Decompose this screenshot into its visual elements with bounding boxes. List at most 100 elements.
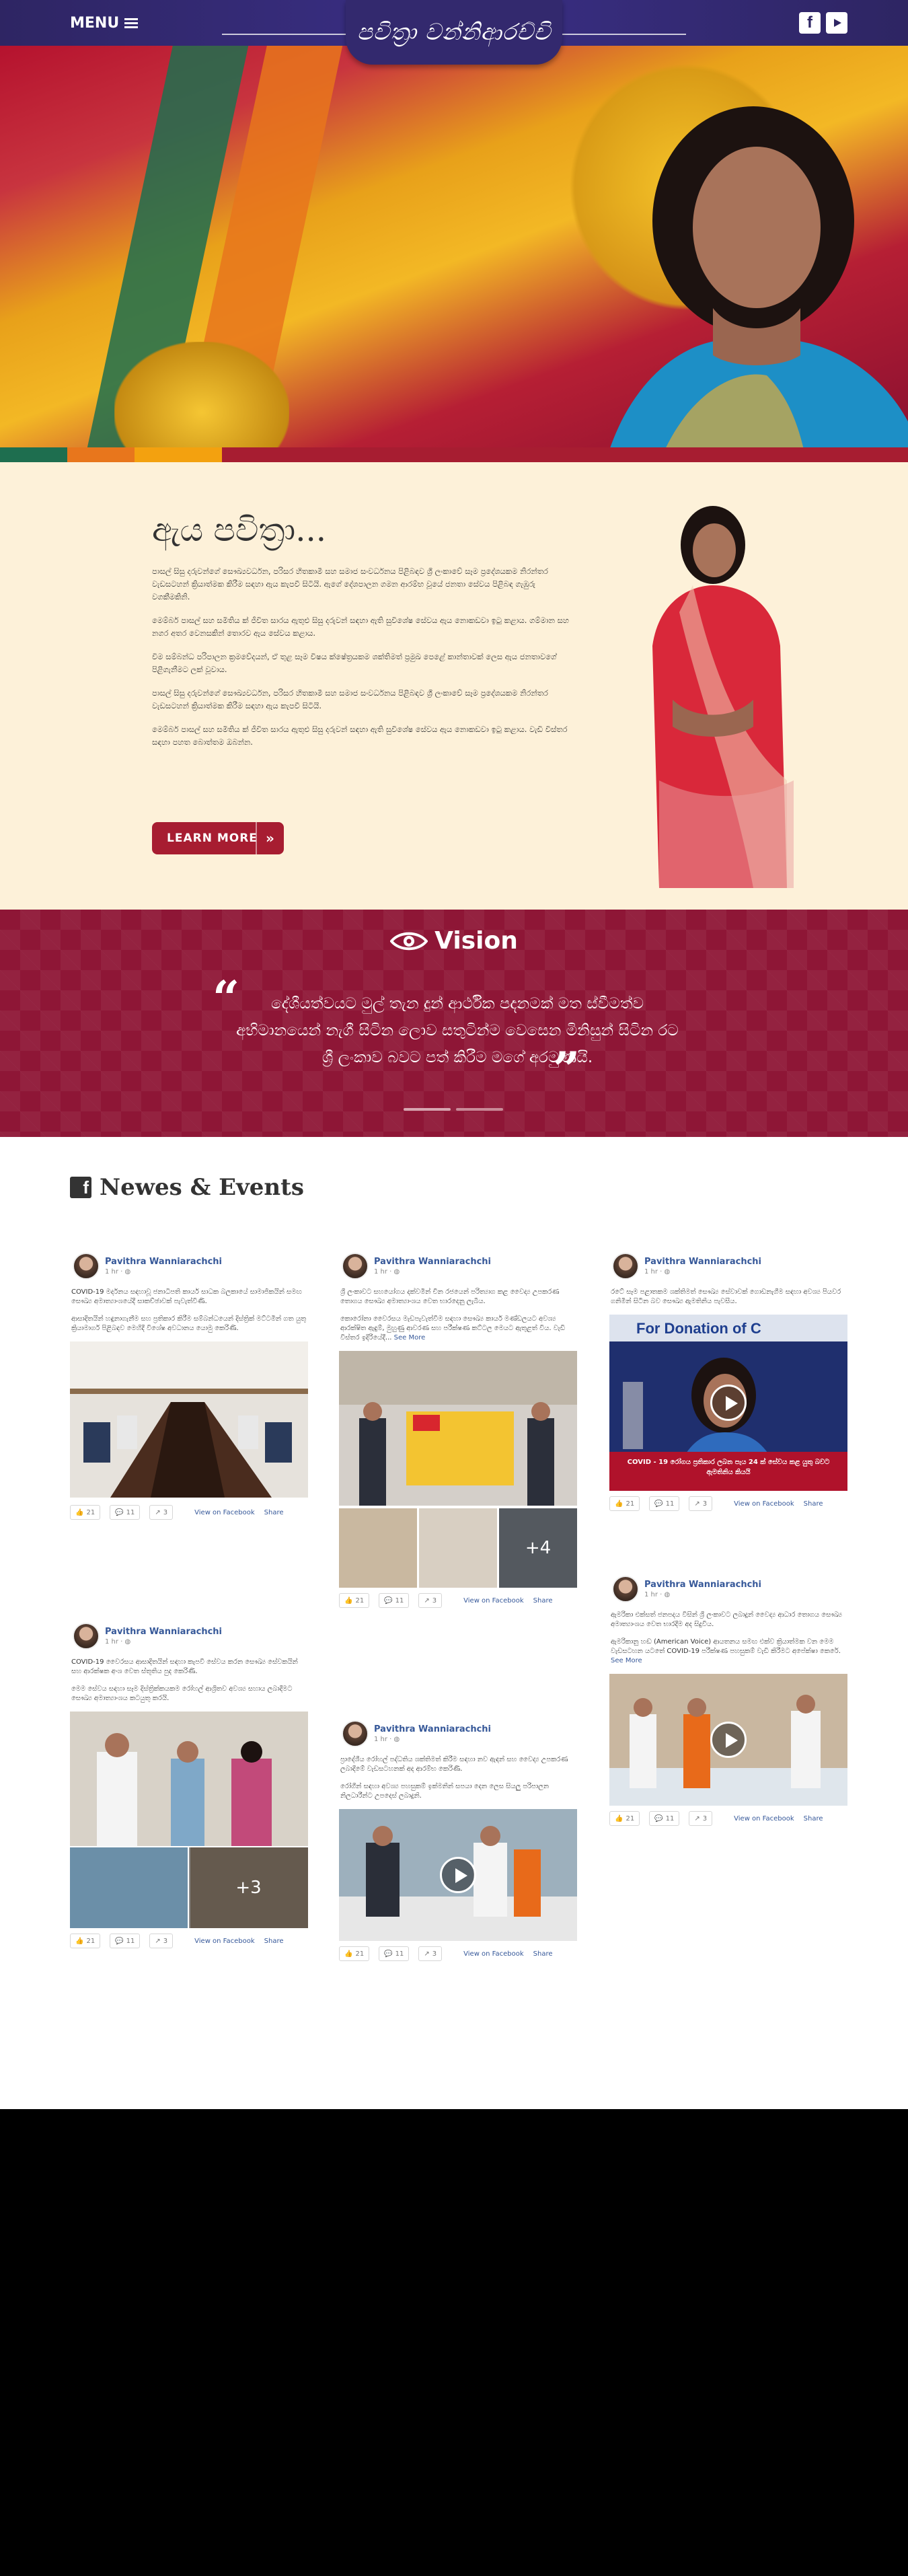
news-card: Pavithra Wanniarachchi 1 hr · ◍ COVID-19… [70, 1251, 308, 1525]
post-author[interactable]: Pavithra Wanniarachchi [374, 1724, 491, 1734]
stripe-yellow [135, 447, 222, 462]
avatar[interactable] [612, 1253, 639, 1280]
share-count[interactable]: ↗ 3 [418, 1946, 443, 1961]
view-on-facebook-link[interactable]: View on Facebook [734, 1815, 794, 1823]
thumbs-up-icon: 👍 [344, 1596, 353, 1605]
share-link[interactable]: Share [264, 1938, 284, 1945]
share-count[interactable]: ↗ 3 [418, 1593, 443, 1608]
post-author[interactable]: Pavithra Wanniarachchi [105, 1627, 222, 1637]
post-paragraph: ආසාදිතයින් හඳුනාගැනීම සහ ප්‍රතිකාර කිරීම… [71, 1315, 307, 1332]
post-header: Pavithra Wanniarachchi 1 hr · ◍ [70, 1251, 308, 1281]
post-time: 1 hr · ◍ [374, 1268, 400, 1276]
like-button[interactable]: 👍 21 [609, 1496, 640, 1511]
globe-icon: ◍ [664, 1591, 671, 1598]
view-on-facebook-link[interactable]: View on Facebook [463, 1597, 524, 1605]
youtube-icon[interactable] [826, 12, 847, 34]
like-button[interactable]: 👍 21 [339, 1946, 370, 1961]
comment-button[interactable]: 💬 11 [649, 1811, 680, 1826]
avatar[interactable] [342, 1253, 369, 1280]
stripe-maroon [222, 447, 908, 462]
comment-icon: 💬 [654, 1500, 663, 1508]
learn-more-button[interactable]: LEARN MORE » [152, 822, 284, 854]
post-footer: 👍 21 💬 11 ↗ 3 View on Facebook Share [70, 1928, 308, 1954]
page-footer [0, 2109, 908, 2576]
share-icon: ↗ [424, 1596, 430, 1605]
view-on-facebook-link[interactable]: View on Facebook [734, 1500, 794, 1508]
view-on-facebook-link[interactable]: View on Facebook [194, 1509, 255, 1516]
share-icon: ↗ [424, 1950, 430, 1958]
slider-dot-active[interactable] [404, 1108, 451, 1111]
post-image[interactable] [70, 1341, 308, 1498]
post-author[interactable]: Pavithra Wanniarachchi [644, 1257, 761, 1267]
post-paragraph: මෙම සේවය සඳහා සෑම දිස්ත්‍රික්කයකම රෝහල් … [71, 1685, 293, 1702]
view-on-facebook-link[interactable]: View on Facebook [463, 1950, 524, 1958]
play-icon[interactable] [440, 1857, 476, 1893]
like-button[interactable]: 👍 21 [70, 1505, 101, 1520]
play-icon[interactable] [710, 1722, 747, 1758]
share-link[interactable]: Share [804, 1500, 823, 1508]
hero-color-stripes [0, 447, 908, 462]
comment-button[interactable]: 💬 11 [649, 1496, 680, 1511]
avatar[interactable] [73, 1253, 100, 1280]
post-footer: 👍 21 💬 11 ↗ 3 View on Facebook Share [339, 1941, 577, 1966]
facebook-icon[interactable]: f [799, 12, 821, 34]
post-image-gallery[interactable]: +3 [70, 1712, 308, 1928]
post-paragraph: ඇමරිකානු හඬ (American Voice) ආයතනය සමඟ එ… [611, 1638, 841, 1655]
comment-icon: 💬 [654, 1814, 663, 1823]
share-count[interactable]: ↗ 3 [689, 1496, 713, 1511]
post-header: Pavithra Wanniarachchi 1 hr · ◍ [609, 1574, 847, 1604]
see-more-link[interactable]: See More [394, 1334, 426, 1341]
vision-section: Vision “ දේශීයත්වයට මුල් තැන දුන් ආර්ථික… [0, 910, 908, 1137]
post-author[interactable]: Pavithra Wanniarachchi [644, 1580, 761, 1590]
post-header: Pavithra Wanniarachchi 1 hr · ◍ [339, 1251, 577, 1281]
post-author[interactable]: Pavithra Wanniarachchi [105, 1257, 222, 1267]
share-link[interactable]: Share [533, 1597, 553, 1605]
about-title: ඇය පවිත්‍රා... [152, 511, 326, 549]
avatar[interactable] [342, 1720, 369, 1747]
play-icon[interactable] [710, 1385, 747, 1421]
post-video[interactable]: For Donation of C COVID - 19 රෝගය ප්‍රති… [609, 1315, 847, 1491]
double-chevron-right-icon: » [256, 822, 284, 854]
post-video[interactable] [339, 1809, 577, 1941]
share-count[interactable]: ↗ 3 [689, 1811, 713, 1826]
view-on-facebook-link[interactable]: View on Facebook [194, 1938, 255, 1945]
post-author[interactable]: Pavithra Wanniarachchi [374, 1257, 491, 1267]
share-count[interactable]: ↗ 3 [149, 1934, 174, 1948]
news-card: Pavithra Wanniarachchi 1 hr · ◍ ශ්‍රී ලං… [339, 1251, 577, 1613]
news-title: Newes & Events [100, 1174, 304, 1201]
globe-icon: ◍ [124, 1638, 131, 1646]
like-button[interactable]: 👍 21 [609, 1811, 640, 1826]
avatar[interactable] [73, 1623, 100, 1650]
post-text: COVID-19 මර්දනය සඳහාවූ ජනාධිපති කාර්ය සා… [70, 1281, 308, 1333]
about-paragraph: විම සම්බන්ධ පරිපාලන ක්‍රමවේදයන්, ඒ තුළ ස… [152, 652, 557, 674]
share-count[interactable]: ↗ 3 [149, 1505, 174, 1520]
vision-heading: Vision [0, 927, 908, 955]
share-link[interactable]: Share [264, 1509, 284, 1516]
share-link[interactable]: Share [804, 1815, 823, 1823]
avatar[interactable] [612, 1576, 639, 1603]
post-header: Pavithra Wanniarachchi 1 hr · ◍ [609, 1251, 847, 1281]
comment-button[interactable]: 💬 11 [379, 1593, 410, 1608]
see-more-link[interactable]: See More [611, 1657, 642, 1664]
slider-dot[interactable] [456, 1108, 503, 1111]
comment-button[interactable]: 💬 11 [110, 1505, 141, 1520]
post-footer: 👍 21 💬 11 ↗ 3 View on Facebook Share [70, 1500, 308, 1525]
menu-button[interactable]: MENU [70, 15, 139, 32]
thumbs-up-icon: 👍 [615, 1500, 623, 1508]
post-image-gallery[interactable]: +4 [339, 1351, 577, 1588]
comment-button[interactable]: 💬 11 [110, 1934, 141, 1948]
post-video[interactable] [609, 1674, 847, 1806]
more-photos-overlay[interactable]: +4 [499, 1508, 577, 1588]
more-photos-overlay[interactable]: +3 [189, 1847, 308, 1928]
golden-lion-statue [114, 342, 289, 447]
site-logo[interactable]: පවිත්‍රා වන්නිආරච්චි [346, 0, 562, 65]
comment-icon: 💬 [384, 1950, 393, 1958]
like-button[interactable]: 👍 21 [339, 1593, 370, 1608]
like-button[interactable]: 👍 21 [70, 1934, 101, 1948]
comment-button[interactable]: 💬 11 [379, 1946, 410, 1961]
share-link[interactable]: Share [533, 1950, 553, 1958]
post-time: 1 hr · ◍ [374, 1736, 400, 1743]
post-text: ශ්‍රී ලංකාවට සහයෝගය දක්වමින් චීන රජයෙන් … [339, 1281, 577, 1343]
globe-icon: ◍ [393, 1268, 400, 1276]
post-paragraph: ප්‍රාදේශීය රෝහල් පද්ධතිය ශක්තිමත් කිරීම … [340, 1756, 568, 1773]
